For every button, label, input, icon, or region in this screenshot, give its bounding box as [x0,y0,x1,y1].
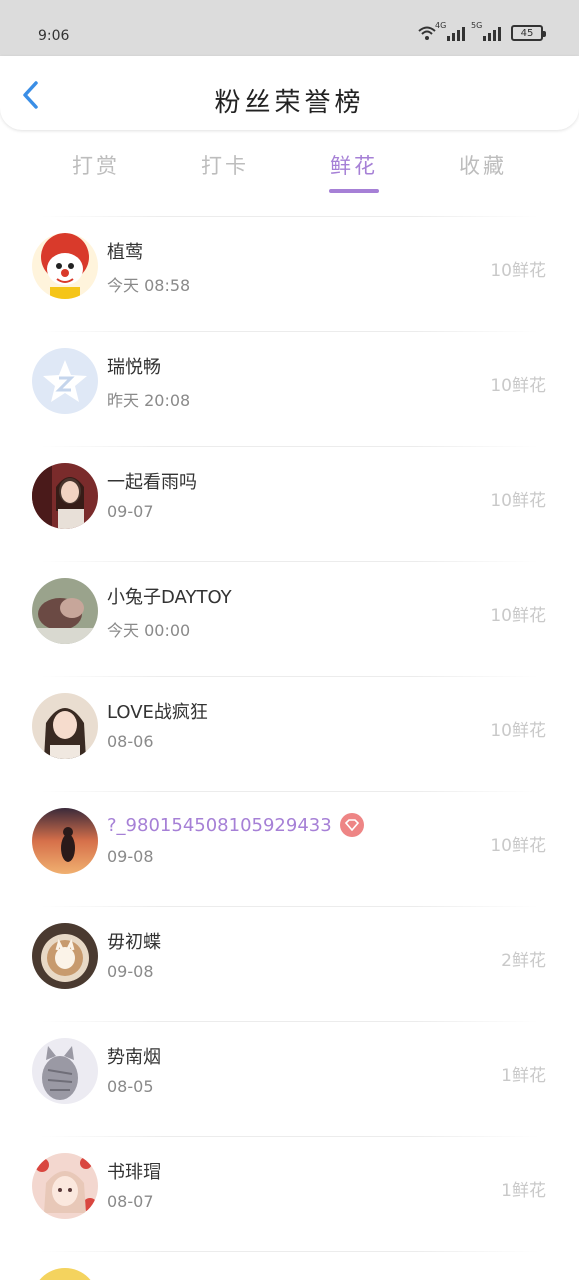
flower-count: 2鲜花 [501,951,546,971]
list-item[interactable]: 植莺 今天 08:58 10鲜花 [0,216,579,331]
list-item[interactable]: 毋初蝶 09-08 2鲜花 [0,906,579,1021]
page-title: 粉丝荣誉榜 [214,88,365,118]
fan-date: 08-05 [107,1077,154,1096]
clown-avatar [32,233,98,299]
flower-count: 10鲜花 [490,376,546,396]
fan-name: ?_980154508105929433 [107,813,364,837]
tab-tip[interactable]: 打赏 [51,150,141,180]
fan-name: 毋初蝶 [107,932,161,953]
status-time: 9:06 [38,28,70,44]
flower-count: 1鲜花 [501,1181,546,1201]
list-item[interactable]: ?_980154508105929433 09-08 10鲜花 [0,791,579,906]
fan-date: 08-07 [107,1192,154,1211]
fan-date: 昨天 20:08 [107,391,191,410]
fan-date: 09-08 [107,962,154,981]
fan-ranking-list: 植莺 今天 08:58 10鲜花 瑞悦畅 昨天 20:08 10鲜花 一起看雨吗… [0,216,579,1280]
list-item[interactable]: 势南烟 08-05 1鲜花 [0,1021,579,1136]
fan-date: 08-06 [107,732,154,751]
fan-name: 书琲瑁 [107,1162,161,1183]
fan-name: 植莺 [107,242,143,263]
list-item[interactable]: 瑞悦畅 昨天 20:08 10鲜花 [0,331,579,446]
photo-avatar [32,578,98,644]
fan-name: LOVE战疯狂 [107,702,208,723]
flower-count: 10鲜花 [490,261,546,281]
flower-count: 10鲜花 [490,606,546,626]
page-header: 粉丝荣誉榜 [0,56,579,130]
signal-4g-icon: 4G [435,21,465,41]
flower-count: 10鲜花 [490,721,546,741]
fan-name: 一起看雨吗 [107,472,197,493]
battery-icon: 45 [511,25,546,41]
status-icons: 4G 5G 45 [417,21,546,41]
fan-name: 势南烟 [107,1047,161,1068]
tab-checkin[interactable]: 打卡 [180,150,270,180]
default-star-avatar [32,348,98,414]
cat-avatar [32,1038,98,1104]
girl-photo-avatar [32,463,98,529]
flower-count: 10鲜花 [490,836,546,856]
avatar [32,1268,98,1280]
sunset-avatar [32,808,98,874]
diamond-icon [339,813,364,837]
fan-name: 小兔子DAYTOY [107,587,232,608]
signal-5g-icon: 5G [471,21,501,41]
tab-favorites[interactable]: 收藏 [438,150,528,180]
tab-flowers[interactable]: 鲜花 [309,150,399,180]
flower-count: 10鲜花 [490,491,546,511]
fan-date: 09-07 [107,502,154,521]
anime-girl-avatar [32,1153,98,1219]
flower-count: 1鲜花 [501,1066,546,1086]
list-item[interactable]: 小兔子DAYTOY 今天 00:00 10鲜花 [0,561,579,676]
latte-art-avatar [32,923,98,989]
fan-date: 今天 08:58 [107,276,191,295]
list-item[interactable]: 一起看雨吗 09-07 10鲜花 [0,446,579,561]
list-item-partial[interactable] [0,1251,579,1280]
wifi-icon [418,26,436,40]
status-bar: 9:06 4G 5G 45 [0,0,579,56]
fan-name: 瑞悦畅 [107,357,161,378]
fan-date: 09-08 [107,847,154,866]
tab-bar: 打赏 打卡 鲜花 收藏 [0,140,579,200]
list-item[interactable]: LOVE战疯狂 08-06 10鲜花 [0,676,579,791]
girl-photo-avatar [32,693,98,759]
list-item[interactable]: 书琲瑁 08-07 1鲜花 [0,1136,579,1251]
active-tab-indicator [329,189,379,193]
fan-date: 今天 00:00 [107,621,191,640]
